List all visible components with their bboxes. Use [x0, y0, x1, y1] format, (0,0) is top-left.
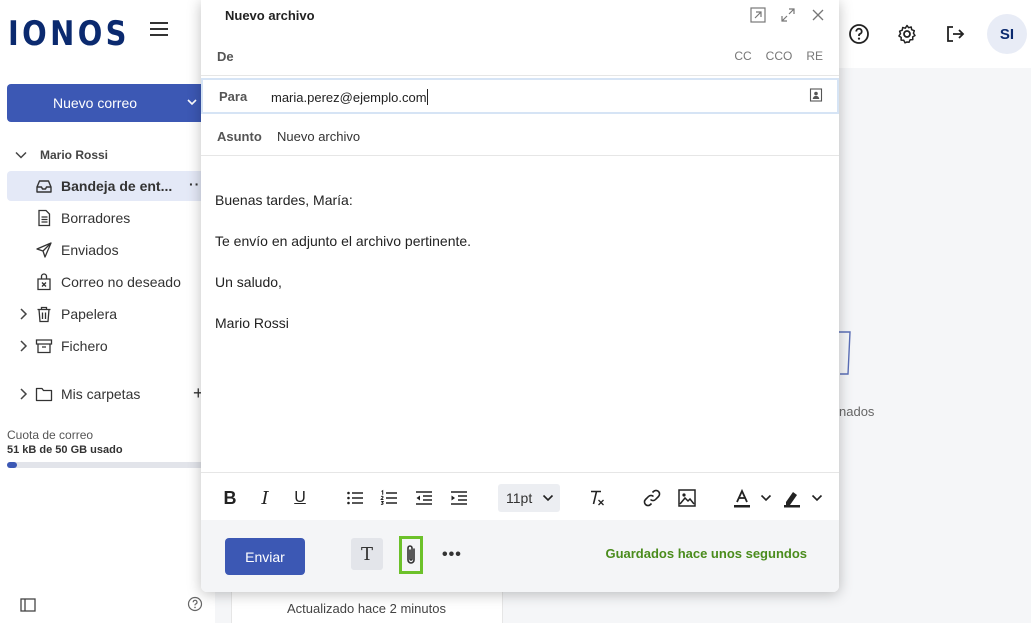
attach-button[interactable]	[399, 536, 423, 574]
message-body[interactable]: Buenas tardes, María: Te envío en adjunt…	[215, 192, 471, 356]
to-label: Para	[219, 89, 248, 104]
font-size-select[interactable]: 11pt	[498, 484, 560, 512]
body-line: Un saludo,	[215, 274, 282, 290]
updated-status: Actualizado hace 2 minutos	[287, 601, 446, 616]
body-line: Buenas tardes, María:	[215, 192, 353, 208]
bullet-list-icon[interactable]	[346, 487, 364, 509]
archive-icon	[35, 339, 53, 354]
chevron-down-icon[interactable]	[811, 487, 823, 509]
chevron-right-icon[interactable]	[17, 307, 29, 321]
sidebar-item-label: Bandeja de ent...	[61, 178, 173, 194]
menu-icon[interactable]	[150, 22, 168, 40]
chevron-right-icon[interactable]	[17, 339, 29, 353]
text-color-icon[interactable]	[732, 487, 752, 509]
close-icon[interactable]	[809, 6, 827, 24]
sidebar-item-my-folders[interactable]: Mis carpetas +	[7, 379, 207, 409]
settings-icon[interactable]	[883, 10, 931, 58]
empty-state-text: nados	[839, 404, 875, 419]
to-field[interactable]: maria.perez@ejemplo.com	[271, 89, 428, 105]
chevron-down-icon	[15, 151, 27, 159]
account-name: Mario Rossi	[40, 148, 109, 162]
bold-button[interactable]: B	[221, 487, 239, 509]
trash-icon	[37, 306, 51, 323]
help-icon[interactable]	[187, 596, 203, 612]
compose-footer: Enviar T ••• Guardados hace unos segundo…	[201, 520, 839, 592]
format-toggle-button[interactable]: T	[351, 538, 383, 570]
new-mail-button[interactable]: Nuevo correo	[7, 84, 207, 122]
quota-value: 51 kB de 50 GB usado	[7, 444, 123, 456]
folder-icon	[35, 387, 53, 402]
ionos-logo[interactable]: IONOS	[8, 14, 130, 54]
sidebar-item-archive[interactable]: Fichero	[7, 331, 207, 361]
highlight-icon[interactable]	[782, 487, 802, 509]
save-status: Guardados hace unos segundos	[605, 546, 807, 561]
from-row[interactable]: De CC CCO RE	[201, 36, 839, 76]
chevron-down-icon[interactable]	[760, 487, 772, 509]
compose-dialog: Nuevo archivo De CC CCO RE Para maria.pe…	[201, 0, 839, 592]
spam-icon	[37, 273, 51, 291]
to-row[interactable]: Para maria.perez@ejemplo.com	[201, 78, 839, 114]
sidebar: Nuevo correo Mario Rossi Bandeja de ent.…	[0, 68, 215, 623]
paperclip-icon	[407, 545, 415, 564]
quota-bar-fill	[7, 462, 17, 468]
sidebar-item-label: Mis carpetas	[61, 386, 141, 402]
header-actions: SI	[835, 0, 1031, 68]
sidebar-item-inbox[interactable]: Bandeja de ent... ···	[7, 171, 207, 201]
compose-window-buttons	[749, 6, 827, 24]
recipient-options: CC CCO RE	[734, 49, 823, 63]
inbox-icon	[36, 180, 52, 193]
send-button[interactable]: Enviar	[225, 538, 305, 575]
sidebar-item-label: Borradores	[61, 210, 131, 226]
chevron-down-icon	[542, 494, 554, 502]
quota-label: Cuota de correo	[7, 428, 94, 442]
clear-format-icon[interactable]	[588, 487, 606, 509]
font-size-value: 11pt	[506, 490, 533, 506]
subject-field[interactable]: Nuevo archivo	[277, 129, 360, 144]
contacts-icon[interactable]	[809, 88, 823, 102]
link-icon[interactable]	[642, 487, 662, 509]
cc-button[interactable]: CC	[734, 49, 751, 63]
sidebar-item-label: Fichero	[61, 338, 108, 354]
format-toolbar: B I U 11pt	[201, 472, 839, 520]
numbered-list-icon[interactable]	[380, 487, 398, 509]
subject-label: Asunto	[217, 129, 262, 144]
italic-button[interactable]: I	[257, 487, 273, 509]
from-label: De	[217, 49, 234, 64]
account-header[interactable]: Mario Rossi	[14, 148, 108, 162]
bcc-button[interactable]: CCO	[766, 49, 793, 63]
sidebar-item-sent[interactable]: Enviados	[7, 235, 207, 265]
chevron-down-icon[interactable]	[185, 95, 199, 109]
sidebar-item-spam[interactable]: Correo no deseado	[7, 267, 207, 297]
user-avatar[interactable]: SI	[987, 14, 1027, 54]
subject-row[interactable]: Asunto Nuevo archivo	[201, 116, 839, 156]
compose-title: Nuevo archivo	[225, 8, 315, 23]
drafts-icon	[38, 209, 51, 227]
body-line: Te envío en adjunto el archivo pertinent…	[215, 233, 472, 249]
send-icon	[36, 242, 52, 258]
detach-icon[interactable]	[749, 6, 767, 24]
sidebar-item-label: Papelera	[61, 306, 118, 322]
app-root: IONOS SI Nuevo correo Mario Rossi Bandej…	[0, 0, 1031, 623]
sidebar-item-trash[interactable]: Papelera	[7, 299, 207, 329]
expand-icon[interactable]	[779, 6, 797, 24]
sidebar-toggle-icon[interactable]	[20, 598, 36, 612]
sidebar-item-label: Enviados	[61, 242, 119, 258]
body-line: Mario Rossi	[215, 315, 289, 331]
help-icon[interactable]	[835, 10, 883, 58]
logout-icon[interactable]	[931, 10, 979, 58]
new-mail-label: Nuevo correo	[53, 95, 138, 111]
image-icon[interactable]	[677, 487, 697, 509]
quota-bar	[7, 462, 207, 468]
outdent-icon[interactable]	[415, 487, 433, 509]
chevron-right-icon[interactable]	[17, 387, 29, 401]
sidebar-item-drafts[interactable]: Borradores	[7, 203, 207, 233]
underline-button[interactable]: U	[291, 487, 309, 509]
reply-to-button[interactable]: RE	[806, 49, 823, 63]
sidebar-item-label: Correo no deseado	[61, 274, 181, 290]
indent-icon[interactable]	[450, 487, 468, 509]
more-options-button[interactable]: •••	[442, 546, 462, 564]
